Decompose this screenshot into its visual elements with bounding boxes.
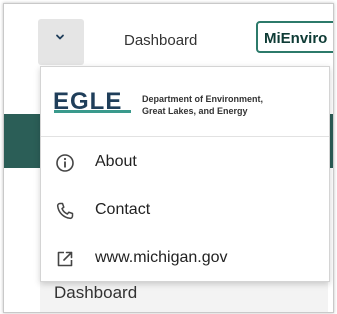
menu-item-about[interactable]: About [41,139,329,187]
department-name: Department of Environment, Great Lakes, … [142,93,322,117]
app-menu-dropdown: EGLE Department of Environment, Great La… [40,66,330,282]
chevron-down-icon [56,34,64,40]
top-bar: Dashboard MiEnviro [4,4,333,66]
department-line-2: Great Lakes, and Energy [142,106,248,116]
tab-dashboard[interactable]: Dashboard [124,32,197,49]
menu-toggle-button[interactable] [38,19,84,65]
mienviro-button[interactable]: MiEnviro [256,21,333,53]
egle-logo: EGLE [53,88,131,114]
menu-item-label: Contact [95,201,151,218]
sidebar-dashboard-link[interactable]: Dashboard [54,283,137,303]
info-icon [56,154,74,172]
menu-item-label: About [95,153,137,170]
phone-icon [56,202,74,220]
menu-item-contact[interactable]: Contact [41,187,329,235]
menu-item-label: www.michigan.gov [95,249,228,266]
external-link-icon [57,251,73,267]
background-banner [4,114,40,168]
egle-logo-underline [54,110,131,113]
app-frame: Dashboard Dashboard MiEnviro EGLE Depart… [3,3,334,313]
department-line-1: Department of Environment, [142,94,264,104]
menu-item-michigan-gov[interactable]: www.michigan.gov [41,235,329,283]
brand-header[interactable]: EGLE Department of Environment, Great La… [41,67,329,137]
